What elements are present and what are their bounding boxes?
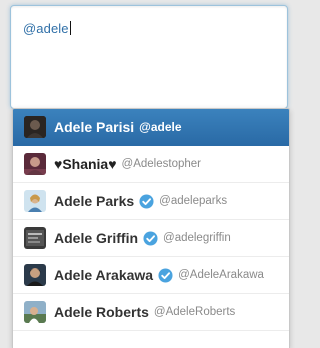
avatar: [24, 116, 46, 138]
suggestion-handle: @adeleparks: [159, 195, 228, 207]
suggestion-name: Adele Roberts: [54, 304, 149, 320]
suggestion-name: Adele Parks: [54, 193, 135, 209]
suggestion-item-shania[interactable]: ♥Shania♥ @Adelestopher: [13, 146, 289, 183]
avatar: [24, 264, 46, 286]
suggestion-name: Adele Arakawa: [54, 267, 154, 283]
verified-badge-icon: [143, 230, 158, 246]
suggestion-handle: @AdeleArakawa: [178, 269, 264, 281]
avatar: [24, 153, 46, 175]
suggestion-item-adele-arakawa[interactable]: Adele Arakawa @AdeleArakawa: [13, 257, 289, 294]
suggestion-handle: @adelegriffin: [163, 232, 231, 244]
suggestion-item-adele-parisi[interactable]: Adele Parisi @adele: [13, 109, 289, 146]
text-caret: [69, 21, 71, 35]
compose-text: @adele: [23, 21, 69, 36]
avatar: [24, 190, 46, 212]
suggestion-name: ♥Shania♥: [54, 156, 117, 172]
tweet-compose-box[interactable]: @adele: [10, 5, 288, 109]
suggestion-handle: @AdeleRoberts: [153, 306, 236, 318]
suggestion-item-adele-parks[interactable]: Adele Parks @adeleparks: [13, 183, 289, 220]
verified-badge-icon: [158, 267, 173, 283]
avatar: [24, 227, 46, 249]
suggestion-name: Adele Griffin: [54, 230, 139, 246]
suggestion-item-adele-griffin[interactable]: Adele Griffin @adelegriffin: [13, 220, 289, 257]
verified-badge-icon: [139, 193, 154, 209]
compose-text-content[interactable]: @adele: [23, 21, 71, 36]
avatar: [24, 301, 46, 323]
suggestion-name: Adele Parisi: [54, 119, 135, 135]
mention-autocomplete-dropdown: Adele Parisi @adele ♥Shania♥ @Adelestoph…: [12, 108, 290, 348]
suggestion-item-adele-roberts[interactable]: Adele Roberts @AdeleRoberts: [13, 294, 289, 331]
suggestion-handle: @Adelestopher: [121, 158, 201, 170]
suggestion-handle: @adele: [139, 120, 182, 134]
